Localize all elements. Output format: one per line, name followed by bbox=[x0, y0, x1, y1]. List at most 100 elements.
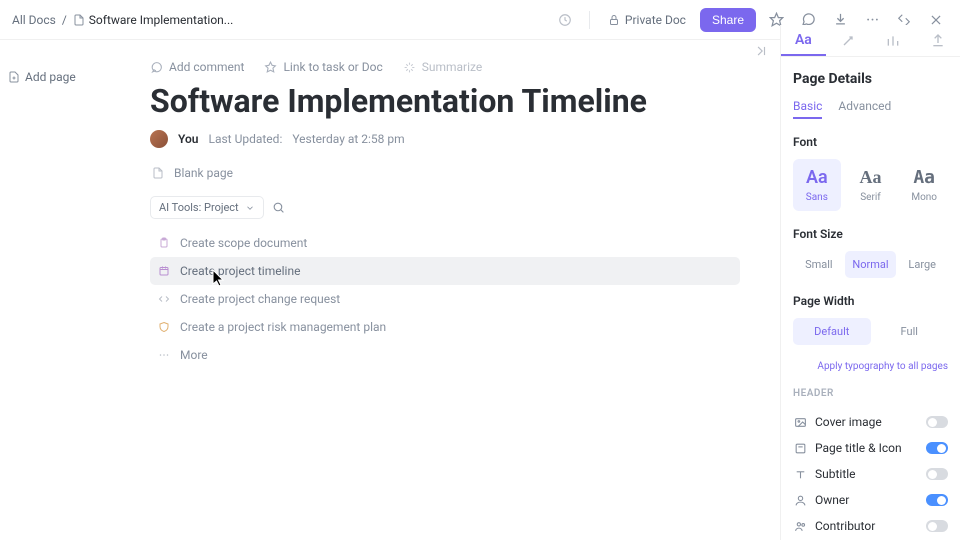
add-comment-label: Add comment bbox=[169, 60, 244, 74]
font-mono[interactable]: Aa Mono bbox=[900, 159, 948, 211]
toggle-cover-image[interactable]: Cover image bbox=[793, 409, 948, 435]
font-mono-label: Mono bbox=[911, 192, 937, 203]
doc-meta-row: You Last Updated: Yesterday at 2:58 pm bbox=[150, 130, 740, 148]
breadcrumb-doc[interactable]: Software Implementation... bbox=[73, 13, 234, 27]
tab-basic[interactable]: Basic bbox=[793, 99, 822, 119]
doc-icon bbox=[73, 14, 85, 26]
font-size-section-label: Font Size bbox=[793, 227, 948, 241]
ai-item-scope-doc[interactable]: Create scope document bbox=[150, 229, 740, 257]
ai-item-risk-plan[interactable]: Create a project risk management plan bbox=[150, 313, 740, 341]
ai-item-change-request[interactable]: Create project change request bbox=[150, 285, 740, 313]
toggle-label: Contributor bbox=[815, 519, 875, 533]
font-serif-label: Serif bbox=[860, 192, 881, 203]
ai-tools-label: AI Tools: Project bbox=[159, 201, 239, 214]
blank-page-button[interactable]: Blank page bbox=[150, 166, 740, 180]
toggle-label: Subtitle bbox=[815, 467, 856, 481]
toggle-switch[interactable] bbox=[926, 520, 948, 532]
page-width-default[interactable]: Default bbox=[793, 318, 871, 345]
more-icon bbox=[158, 349, 170, 361]
panel-sub-tabs: Basic Advanced bbox=[793, 99, 948, 119]
toggle-switch[interactable] bbox=[926, 442, 948, 454]
ai-item-project-timeline[interactable]: Create project timeline bbox=[150, 257, 740, 285]
page-icon bbox=[152, 167, 164, 179]
undo-button[interactable] bbox=[553, 8, 577, 32]
page-width-section-label: Page Width bbox=[793, 294, 948, 308]
panel-tab-stats[interactable] bbox=[871, 25, 916, 56]
summarize-button[interactable]: Summarize bbox=[403, 60, 483, 74]
toggle-contributor[interactable]: Contributor bbox=[793, 513, 948, 539]
breadcrumb: All Docs / Software Implementation... bbox=[12, 13, 233, 27]
sparkle-icon bbox=[403, 61, 416, 74]
summarize-label: Summarize bbox=[422, 60, 483, 74]
undo-icon bbox=[558, 13, 572, 27]
panel-title: Page Details bbox=[793, 71, 948, 87]
clipboard-icon bbox=[158, 237, 170, 249]
font-options: Aa Sans Aa Serif Aa Mono bbox=[793, 159, 948, 211]
wand-icon bbox=[840, 33, 856, 49]
toggle-page-title-icon[interactable]: Page title & Icon bbox=[793, 435, 948, 461]
tab-advanced[interactable]: Advanced bbox=[838, 99, 891, 119]
font-section-label: Font bbox=[793, 135, 948, 149]
font-size-options: Small Normal Large bbox=[793, 251, 948, 278]
panel-body: Page Details Basic Advanced Font Aa Sans… bbox=[781, 57, 960, 540]
ai-search-button[interactable] bbox=[272, 201, 285, 214]
main-content: Add comment Link to task or Doc Summariz… bbox=[0, 40, 780, 540]
page-title[interactable]: Software Implementation Timeline bbox=[150, 82, 740, 120]
breadcrumb-separator: / bbox=[62, 13, 67, 27]
updated-value: Yesterday at 2:58 pm bbox=[292, 132, 404, 146]
panel-tab-export[interactable] bbox=[915, 25, 960, 56]
shield-icon bbox=[158, 321, 170, 333]
code-icon bbox=[158, 293, 170, 305]
text-icon bbox=[794, 468, 807, 481]
title-icon bbox=[794, 442, 807, 455]
toggle-owner[interactable]: Owner bbox=[793, 487, 948, 513]
topbar-divider bbox=[589, 11, 590, 29]
ai-item-label: Create a project risk management plan bbox=[180, 320, 386, 334]
export-icon bbox=[930, 33, 946, 49]
add-comment-button[interactable]: Add comment bbox=[150, 60, 244, 74]
font-size-normal[interactable]: Normal bbox=[845, 251, 897, 278]
font-sans[interactable]: Aa Sans bbox=[793, 159, 841, 211]
page-width-full[interactable]: Full bbox=[871, 318, 949, 345]
image-icon bbox=[794, 416, 807, 429]
toggle-switch[interactable] bbox=[926, 468, 948, 480]
font-serif[interactable]: Aa Serif bbox=[847, 159, 895, 211]
link-to-task-button[interactable]: Link to task or Doc bbox=[264, 60, 382, 74]
ai-tools-row: AI Tools: Project bbox=[150, 196, 740, 219]
apply-typography-link[interactable]: Apply typography to all pages bbox=[793, 361, 948, 372]
breadcrumb-root[interactable]: All Docs bbox=[12, 13, 56, 27]
updated-label: Last Updated: bbox=[208, 132, 282, 146]
breadcrumb-doc-title: Software Implementation... bbox=[89, 13, 234, 27]
font-size-large[interactable]: Large bbox=[896, 251, 948, 278]
toggle-switch[interactable] bbox=[926, 494, 948, 506]
link-to-task-label: Link to task or Doc bbox=[283, 60, 382, 74]
ai-item-label: Create project timeline bbox=[180, 264, 300, 278]
search-icon bbox=[272, 201, 285, 214]
page-width-options: Default Full bbox=[793, 318, 948, 345]
ai-item-label: More bbox=[180, 348, 208, 362]
header-section-label: HEADER bbox=[793, 388, 948, 399]
author-name: You bbox=[178, 132, 198, 146]
font-mono-glyph: Aa bbox=[913, 167, 935, 188]
private-doc-button[interactable]: Private Doc bbox=[602, 9, 692, 31]
toggle-label: Page title & Icon bbox=[815, 441, 902, 455]
font-sans-label: Sans bbox=[806, 192, 828, 203]
toggle-switch[interactable] bbox=[926, 416, 948, 428]
toggle-subtitle[interactable]: Subtitle bbox=[793, 461, 948, 487]
stats-icon bbox=[885, 33, 901, 49]
font-size-small[interactable]: Small bbox=[793, 251, 845, 278]
panel-tab-ai[interactable] bbox=[826, 25, 871, 56]
private-doc-label: Private Doc bbox=[625, 13, 686, 27]
share-button[interactable]: Share bbox=[700, 8, 756, 32]
chevron-down-icon bbox=[245, 203, 255, 213]
calendar-icon bbox=[158, 265, 170, 277]
panel-tab-typography[interactable]: Aa bbox=[781, 25, 826, 56]
lock-icon bbox=[608, 14, 620, 26]
doc-action-row: Add comment Link to task or Doc Summariz… bbox=[150, 60, 740, 74]
ai-tools-dropdown[interactable]: AI Tools: Project bbox=[150, 196, 264, 219]
author-avatar[interactable] bbox=[150, 130, 168, 148]
comment-icon bbox=[150, 61, 163, 74]
font-sans-glyph: Aa bbox=[806, 167, 828, 188]
right-panel: Aa Page Details Basic Advanced Font Aa S… bbox=[780, 25, 960, 540]
ai-item-more[interactable]: More bbox=[150, 341, 740, 369]
